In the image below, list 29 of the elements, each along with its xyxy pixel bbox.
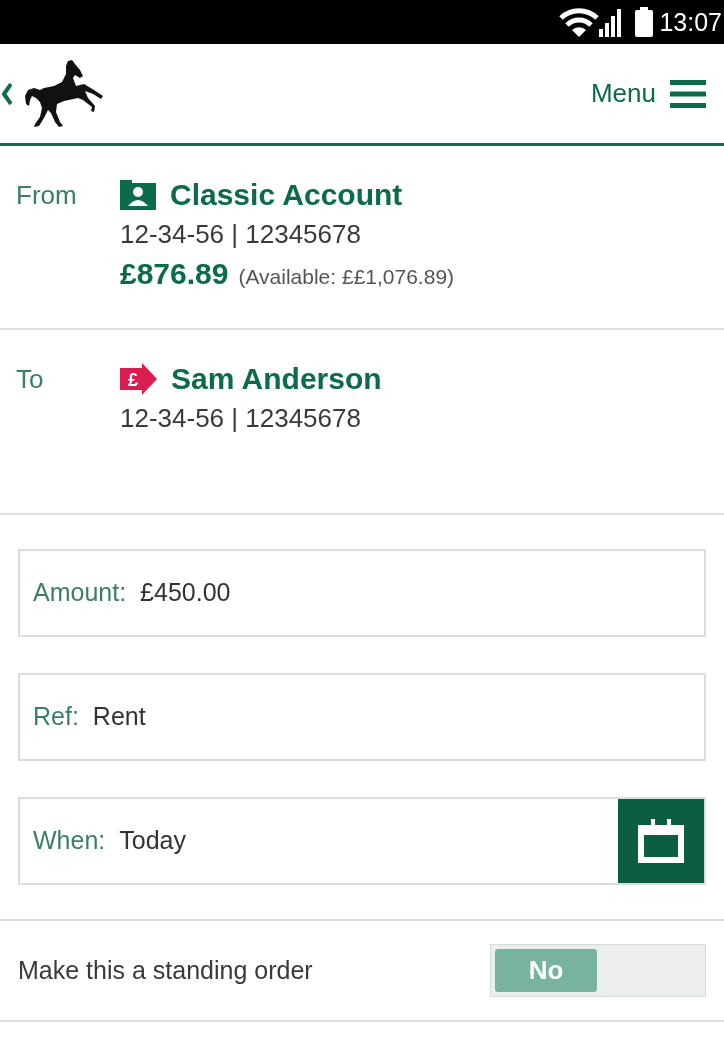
account-name: Classic Account xyxy=(170,177,403,213)
from-label: From xyxy=(15,179,78,212)
calendar-icon xyxy=(638,819,684,863)
input-field[interactable]: Ref: Rent xyxy=(18,673,706,761)
status-time: 13:07 xyxy=(659,9,722,35)
menu-icon xyxy=(670,79,706,108)
field-label: Ref: xyxy=(33,701,79,733)
field-value: £450.00 xyxy=(140,577,231,609)
menu-button[interactable]: Menu xyxy=(590,74,706,113)
field-label: Amount: xyxy=(33,577,127,609)
field-label: When: xyxy=(33,825,106,857)
field-value: Rent xyxy=(92,701,146,733)
to-label: To xyxy=(15,363,45,396)
available-balance: (Available: ££1,076.89) xyxy=(238,264,455,290)
calendar-button[interactable] xyxy=(618,799,704,883)
field-value: Today xyxy=(119,825,186,857)
toggle-thumb: No xyxy=(495,949,597,992)
signal-icon xyxy=(599,7,622,37)
standing-order-label: Make this a standing order xyxy=(18,954,313,986)
horse-logo-icon xyxy=(22,57,106,130)
payee-name: Sam Anderson xyxy=(171,361,382,397)
account-card-icon xyxy=(120,180,156,210)
account-number: 12-34-56 | 12345678 xyxy=(120,218,362,251)
payee-account-number: 12-34-56 | 12345678 xyxy=(120,402,362,435)
pound-arrow-icon: £ xyxy=(120,363,157,395)
battery-icon xyxy=(635,7,654,37)
input-field[interactable]: Amount: £450.00 xyxy=(18,549,706,637)
date-field[interactable]: When: Today xyxy=(18,797,706,885)
account-balance: £876.89 xyxy=(120,256,229,292)
